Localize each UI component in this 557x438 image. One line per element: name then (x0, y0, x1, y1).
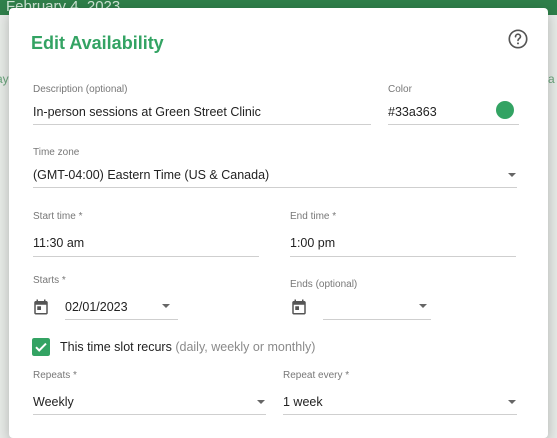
end-time-label: End time * (290, 211, 337, 222)
ends-underline (323, 319, 431, 320)
timezone-label: Time zone (33, 147, 80, 158)
recurs-hint: (daily, weekly or monthly) (175, 340, 316, 354)
start-time-input[interactable]: 11:30 am (33, 236, 84, 250)
color-label: Color (388, 84, 412, 95)
recurs-checkbox[interactable] (32, 338, 50, 356)
repeat-every-dropdown-icon[interactable] (508, 400, 516, 404)
end-time-input[interactable]: 1:00 pm (290, 236, 335, 250)
ends-label: Ends (optional) (290, 279, 358, 290)
timezone-select[interactable]: (GMT-04:00) Eastern Time (US & Canada) (33, 168, 269, 182)
repeats-dropdown-icon[interactable] (257, 400, 265, 404)
repeats-select[interactable]: Weekly (33, 395, 74, 409)
starts-underline (65, 319, 178, 320)
description-input[interactable]: In-person sessions at Green Street Clini… (33, 105, 261, 119)
help-circle-icon[interactable] (507, 28, 529, 50)
starts-date-input[interactable]: 02/01/2023 (65, 300, 128, 314)
description-label: Description (optional) (33, 84, 128, 95)
color-swatch[interactable] (496, 101, 514, 119)
starts-label: Starts * (33, 275, 66, 286)
timezone-dropdown-icon[interactable] (508, 173, 516, 177)
repeats-label: Repeats * (33, 370, 77, 381)
background-text-left: ay (0, 72, 9, 86)
background-text-right: a (548, 72, 555, 86)
dialog-title: Edit Availability (31, 33, 164, 53)
recurs-label: This time slot recurs (60, 340, 172, 354)
repeats-underline (33, 414, 266, 415)
ends-dropdown-icon[interactable] (419, 304, 427, 308)
repeat-every-label: Repeat every * (283, 370, 350, 381)
repeat-every-underline (283, 414, 517, 415)
description-underline (33, 124, 371, 125)
start-time-label: Start time * (33, 211, 83, 222)
timezone-underline (33, 187, 517, 188)
edit-availability-dialog: Edit Availability Description (optional)… (9, 8, 548, 438)
recurs-label-group[interactable]: This time slot recurs (daily, weekly or … (60, 340, 315, 354)
calendar-icon[interactable] (32, 298, 50, 316)
color-input[interactable]: #33a363 (388, 105, 437, 119)
starts-dropdown-icon[interactable] (162, 304, 170, 308)
start-time-underline (33, 256, 259, 257)
repeat-every-select[interactable]: 1 week (283, 395, 323, 409)
end-time-underline (290, 256, 516, 257)
color-underline (388, 124, 519, 125)
calendar-icon[interactable] (290, 298, 308, 316)
